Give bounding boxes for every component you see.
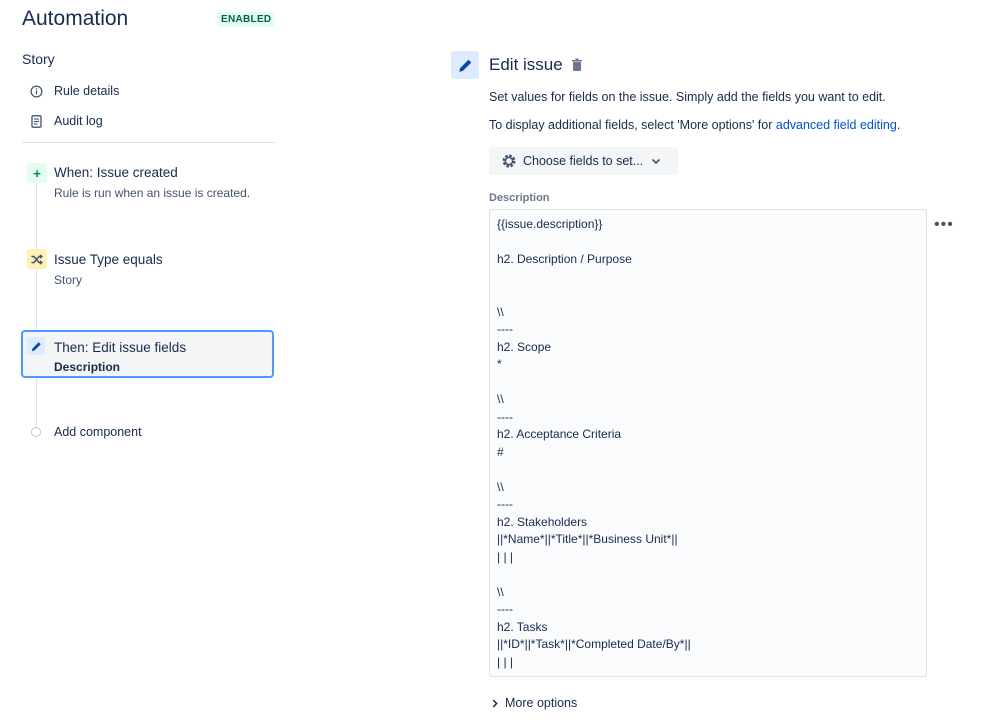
step-title: When: Issue created bbox=[54, 165, 178, 180]
step-subtitle: Rule is run when an issue is created. bbox=[54, 186, 251, 200]
nav-audit-log[interactable]: Audit log bbox=[28, 110, 103, 132]
nav-label: Rule details bbox=[54, 84, 120, 98]
add-component-dot bbox=[31, 427, 41, 437]
divider bbox=[22, 142, 276, 143]
advanced-suffix: . bbox=[896, 118, 901, 132]
step-trigger[interactable]: + When: Issue created Rule is run when a… bbox=[22, 163, 276, 207]
trash-icon[interactable] bbox=[571, 58, 585, 72]
more-options-toggle[interactable]: More options bbox=[492, 696, 577, 710]
info-icon bbox=[28, 83, 44, 99]
description-label: Description bbox=[489, 192, 550, 204]
edit-action-icon bbox=[451, 51, 479, 79]
choose-fields-button[interactable]: Choose fields to set... bbox=[489, 147, 678, 175]
document-icon bbox=[28, 113, 44, 129]
pencil-icon bbox=[27, 337, 45, 355]
description-textarea[interactable]: {{issue.description}} h2. Description / … bbox=[489, 209, 927, 677]
step-subtitle: Description bbox=[54, 360, 121, 374]
description-value: {{issue.description}} h2. Description / … bbox=[497, 217, 691, 669]
nav-rule-details[interactable]: Rule details bbox=[28, 80, 119, 102]
step-condition[interactable]: Issue Type equals Story bbox=[22, 249, 276, 293]
step-subtitle: Story bbox=[54, 273, 83, 287]
chevron-right-icon bbox=[492, 698, 498, 708]
shuffle-icon bbox=[27, 249, 47, 269]
advanced-prefix: To display additional fields, select 'Mo… bbox=[489, 118, 776, 132]
status-badge: ENABLED bbox=[217, 12, 276, 27]
action-title: Edit issue bbox=[489, 55, 563, 74]
nav-label: Audit log bbox=[54, 114, 103, 128]
gear-icon bbox=[501, 153, 517, 169]
choose-fields-label: Choose fields to set... bbox=[523, 154, 644, 168]
timeline-connector bbox=[36, 180, 37, 430]
step-title: Then: Edit issue fields bbox=[54, 340, 187, 355]
action-description: Set values for fields on the issue. Simp… bbox=[489, 90, 886, 104]
advanced-field-editing-link[interactable]: advanced field editing bbox=[776, 118, 897, 132]
page-title: Automation bbox=[22, 7, 129, 30]
add-component-button[interactable]: Add component bbox=[54, 425, 142, 439]
more-actions-icon[interactable]: ••• bbox=[934, 216, 954, 234]
rule-name: Story bbox=[22, 51, 55, 67]
chevron-down-icon bbox=[651, 158, 661, 165]
step-title: Issue Type equals bbox=[54, 252, 163, 267]
step-action-selected[interactable]: Then: Edit issue fields Description bbox=[21, 330, 274, 378]
plus-icon: + bbox=[27, 163, 47, 183]
more-options-label: More options bbox=[505, 696, 578, 710]
advanced-editing-text: To display additional fields, select 'Mo… bbox=[489, 118, 900, 132]
